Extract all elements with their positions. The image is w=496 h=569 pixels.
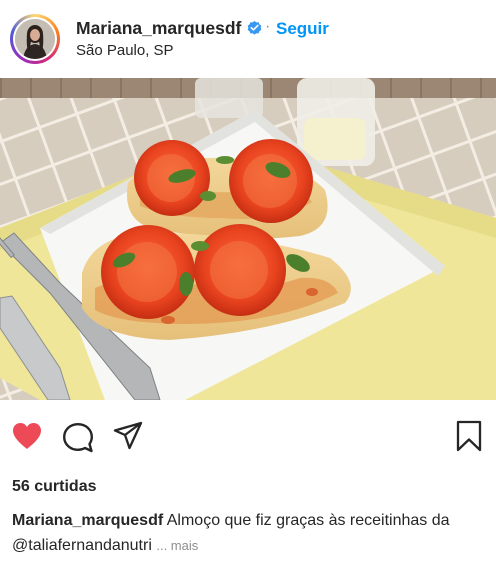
share-button[interactable] (113, 421, 143, 456)
post-photo[interactable] (0, 78, 496, 400)
post-caption: Mariana_marquesdf Almoço que fiz graças … (12, 508, 490, 558)
post-username[interactable]: Mariana_marquesdf (76, 18, 241, 39)
paper-plane-icon (113, 421, 143, 450)
post-location[interactable]: São Paulo, SP (76, 42, 174, 59)
avatar-photo (15, 19, 55, 59)
save-button[interactable] (455, 420, 483, 457)
follow-button[interactable]: Seguir (276, 19, 329, 39)
more-link[interactable]: ... mais (156, 538, 198, 553)
avatar[interactable] (15, 19, 55, 59)
likes-count[interactable]: 56 curtidas (12, 478, 96, 496)
caption-username[interactable]: Mariana_marquesdf (12, 512, 163, 529)
heart-filled-icon (13, 423, 41, 449)
comment-button[interactable] (62, 422, 94, 459)
separator-dot: · (265, 18, 271, 35)
story-ring[interactable] (10, 14, 60, 64)
food-photo-image (0, 78, 496, 400)
post-header: Mariana_marquesdf · Seguir São Paulo, SP (0, 0, 496, 78)
verified-badge-icon (246, 19, 263, 41)
bookmark-icon (456, 420, 482, 452)
comment-icon (63, 423, 93, 453)
action-bar (0, 416, 496, 456)
like-button[interactable] (11, 421, 43, 456)
